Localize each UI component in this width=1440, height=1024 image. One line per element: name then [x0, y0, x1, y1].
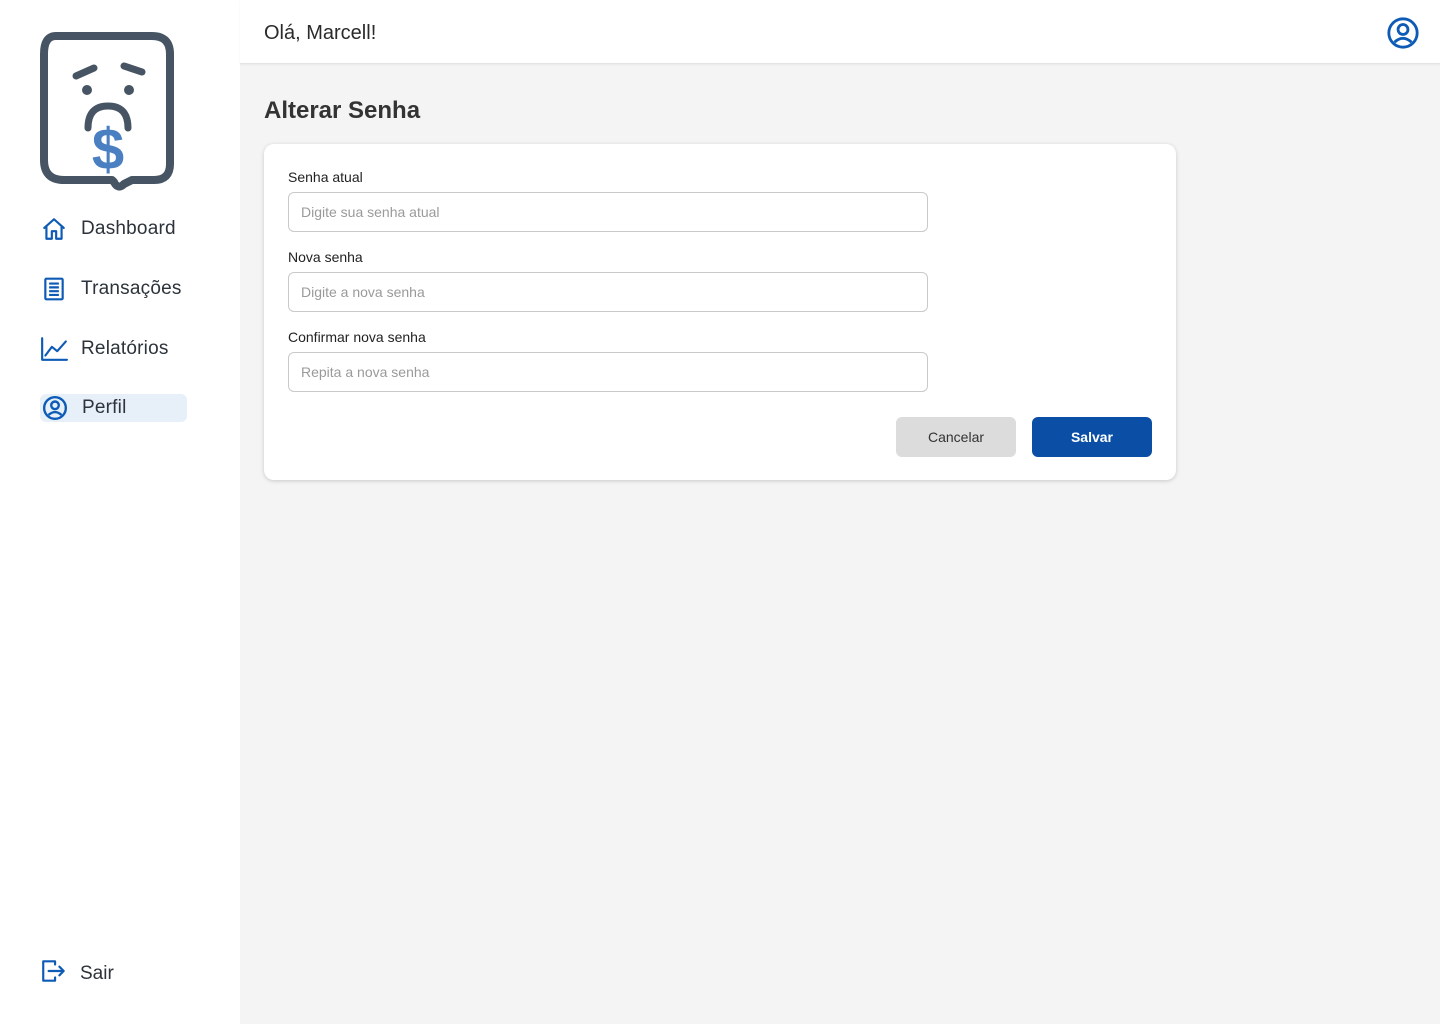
- logout-icon: [40, 958, 68, 989]
- home-icon: [40, 215, 68, 243]
- user-circle-icon: [41, 394, 69, 422]
- top-header: Olá, Marcell!: [240, 0, 1440, 64]
- sidebar-item-label: Relatórios: [81, 338, 169, 359]
- sidebar-item-label: Perfil: [82, 397, 127, 418]
- user-avatar-icon[interactable]: [1386, 16, 1420, 50]
- confirm-password-input[interactable]: [288, 352, 928, 392]
- sidebar-item-label: Dashboard: [81, 218, 176, 239]
- current-password-input[interactable]: [288, 192, 928, 232]
- svg-text:$: $: [92, 117, 124, 182]
- current-password-label: Senha atual: [288, 169, 363, 185]
- sidebar-item-transacoes[interactable]: Transações: [40, 274, 188, 304]
- sidebar-item-perfil[interactable]: Perfil: [40, 394, 187, 422]
- page-title: Alterar Senha: [264, 97, 421, 124]
- chart-line-icon: [40, 335, 68, 363]
- sidebar-item-relatorios[interactable]: Relatórios: [40, 334, 188, 364]
- save-button[interactable]: Salvar: [1032, 417, 1152, 457]
- greeting-text: Olá, Marcell!: [264, 22, 377, 44]
- sidebar: $ Dashboard Transações Relatórios Perfil…: [0, 0, 240, 1024]
- sidebar-item-label: Transações: [81, 278, 182, 299]
- sidebar-nav: Dashboard Transações Relatórios Perfil: [40, 214, 188, 452]
- logout-label: Sair: [80, 962, 114, 984]
- new-password-label: Nova senha: [288, 249, 363, 265]
- change-password-card: Senha atual Nova senha Confirmar nova se…: [264, 144, 1176, 480]
- confirm-password-label: Confirmar nova senha: [288, 329, 426, 345]
- app-root: $ Dashboard Transações Relatórios Perfil…: [0, 0, 1440, 1024]
- logout-button[interactable]: Sair: [40, 958, 114, 989]
- app-logo-icon: $: [40, 32, 174, 191]
- sidebar-item-dashboard[interactable]: Dashboard: [40, 214, 188, 244]
- receipt-icon: [40, 275, 68, 303]
- new-password-input[interactable]: [288, 272, 928, 312]
- cancel-button[interactable]: Cancelar: [896, 417, 1016, 457]
